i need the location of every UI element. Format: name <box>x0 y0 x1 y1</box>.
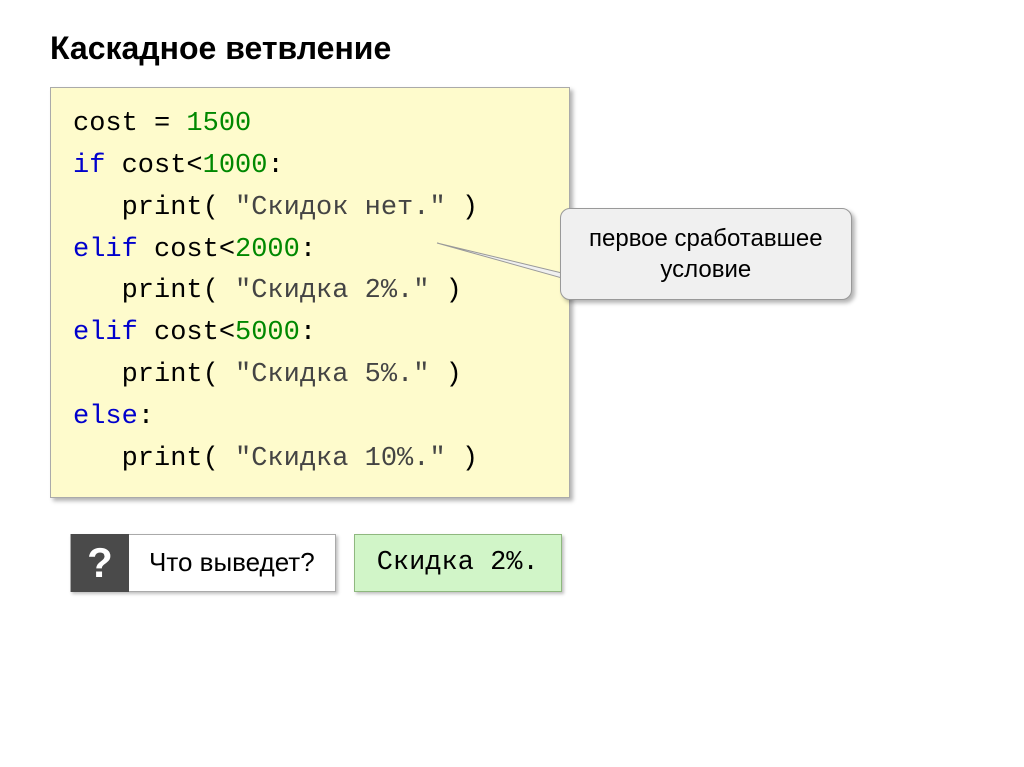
identifier: print <box>73 444 203 474</box>
colon: : <box>138 402 154 432</box>
colon: : <box>267 151 283 181</box>
callout-line-1: первое сработавшее <box>589 223 823 254</box>
number-literal: 1000 <box>203 151 268 181</box>
paren: ( <box>203 444 235 474</box>
string-literal: "Скидка 5%." <box>235 360 429 390</box>
callout-box: первое сработавшее условие <box>560 208 852 300</box>
code-line-8: else: <box>73 397 547 439</box>
number-literal: 2000 <box>235 235 300 265</box>
code-line-2: if cost<1000: <box>73 146 547 188</box>
identifier: cost <box>138 235 219 265</box>
operator: < <box>219 235 235 265</box>
keyword-elif: elif <box>73 235 138 265</box>
paren: ( <box>203 193 235 223</box>
operator: = <box>138 109 187 139</box>
paren: ) <box>446 193 478 223</box>
paren: ( <box>203 360 235 390</box>
identifier: cost <box>138 318 219 348</box>
identifier: print <box>73 193 203 223</box>
paren: ) <box>429 360 461 390</box>
colon: : <box>300 235 316 265</box>
string-literal: "Скидок нет." <box>235 193 446 223</box>
identifier: print <box>73 276 203 306</box>
number-literal: 1500 <box>186 109 251 139</box>
code-line-5: print( "Скидка 2%." ) <box>73 271 547 313</box>
question-mark-icon: ? <box>71 534 129 592</box>
colon: : <box>300 318 316 348</box>
code-line-4: elif cost<2000: <box>73 230 547 272</box>
keyword-else: else <box>73 402 138 432</box>
code-line-1: cost = 1500 <box>73 104 547 146</box>
question-box: ? Что выведет? <box>70 534 336 592</box>
identifier: print <box>73 360 203 390</box>
question-row: ? Что выведет? Скидка 2%. <box>70 534 984 592</box>
code-line-7: print( "Скидка 5%." ) <box>73 355 547 397</box>
identifier: cost <box>73 109 138 139</box>
code-line-3: print( "Скидок нет." ) <box>73 188 547 230</box>
paren: ( <box>203 276 235 306</box>
paren: ) <box>429 276 461 306</box>
number-literal: 5000 <box>235 318 300 348</box>
code-line-6: elif cost<5000: <box>73 313 547 355</box>
slide-title: Каскадное ветвление <box>50 30 984 67</box>
string-literal: "Скидка 2%." <box>235 276 429 306</box>
question-text: Что выведет? <box>129 547 335 578</box>
operator: < <box>219 318 235 348</box>
callout-line-2: условие <box>589 254 823 285</box>
paren: ) <box>446 444 478 474</box>
code-block: cost = 1500 if cost<1000: print( "Скидок… <box>50 87 570 498</box>
operator: < <box>186 151 202 181</box>
keyword-if: if <box>73 151 105 181</box>
identifier: cost <box>105 151 186 181</box>
answer-box: Скидка 2%. <box>354 534 562 592</box>
code-line-9: print( "Скидка 10%." ) <box>73 439 547 481</box>
keyword-elif: elif <box>73 318 138 348</box>
string-literal: "Скидка 10%." <box>235 444 446 474</box>
